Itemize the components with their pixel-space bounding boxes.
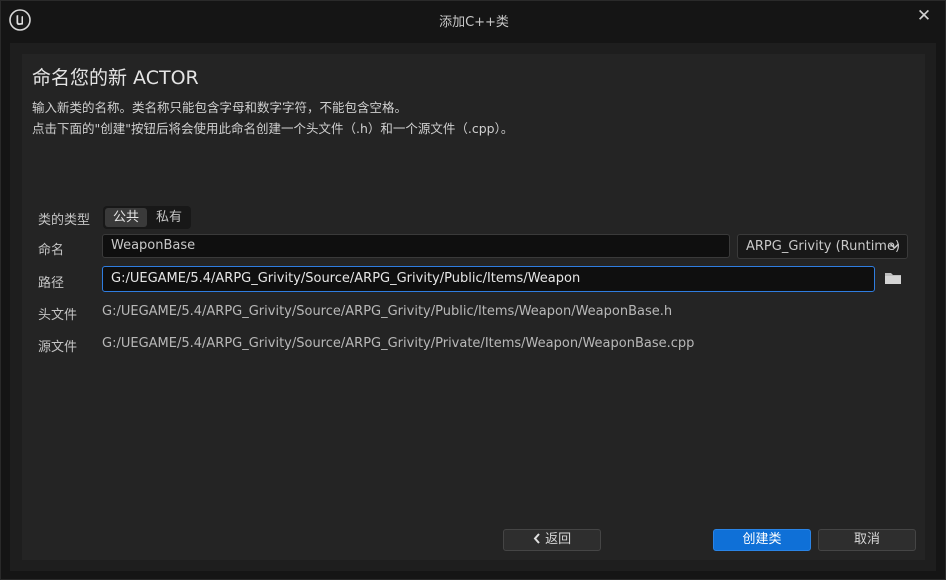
- class-type-private-option[interactable]: 私有: [149, 208, 189, 227]
- module-dropdown[interactable]: ARPG_Grivity (Runtime): [737, 234, 908, 259]
- source-file-path: G:/UEGAME/5.4/ARPG_Grivity/Source/ARPG_G…: [102, 336, 695, 351]
- class-type-label: 类的类型: [38, 213, 91, 228]
- class-form: 类的类型 公共 私有 命名 WeaponBase ARPG_Grivity (R…: [22, 198, 925, 560]
- path-input[interactable]: G:/UEGAME/5.4/ARPG_Grivity/Source/ARPG_G…: [102, 266, 875, 292]
- module-dropdown-value: ARPG_Grivity (Runtime): [746, 239, 901, 254]
- title-bar: 添加C++类 ✕: [1, 1, 946, 39]
- back-button-label: 返回: [545, 532, 572, 547]
- class-type-toggle: 公共 私有: [103, 206, 191, 229]
- header-file-label: 头文件: [38, 308, 78, 323]
- folder-icon[interactable]: [884, 270, 904, 286]
- create-class-button[interactable]: 创建类: [713, 529, 811, 551]
- window-title: 添加C++类: [439, 15, 509, 30]
- source-file-label: 源文件: [38, 340, 78, 355]
- class-name-input[interactable]: WeaponBase: [102, 234, 730, 258]
- chevron-down-icon: [889, 235, 900, 266]
- path-label: 路径: [38, 276, 65, 291]
- chevron-left-icon: [533, 532, 545, 547]
- back-button[interactable]: 返回: [503, 529, 601, 551]
- description-line-1: 输入新类的名称。类名称只能包含字母和数字字符，不能包含空格。: [32, 100, 408, 115]
- page-title: 命名您的新 ACTOR: [32, 67, 199, 89]
- class-type-public-option[interactable]: 公共: [105, 208, 147, 227]
- description-line-2: 点击下面的"创建"按钮后将会使用此命名创建一个头文件（.h）和一个源文件（.cp…: [32, 121, 514, 136]
- header-file-path: G:/UEGAME/5.4/ARPG_Grivity/Source/ARPG_G…: [102, 304, 673, 319]
- add-cpp-class-dialog: 添加C++类 ✕ 命名您的新 ACTOR 输入新类的名称。类名称只能包含字母和数…: [0, 0, 946, 580]
- close-icon[interactable]: ✕: [915, 7, 933, 25]
- header-section: 命名您的新 ACTOR 输入新类的名称。类名称只能包含字母和数字字符，不能包含空…: [22, 54, 925, 198]
- name-label: 命名: [38, 243, 65, 258]
- cancel-button[interactable]: 取消: [818, 529, 916, 551]
